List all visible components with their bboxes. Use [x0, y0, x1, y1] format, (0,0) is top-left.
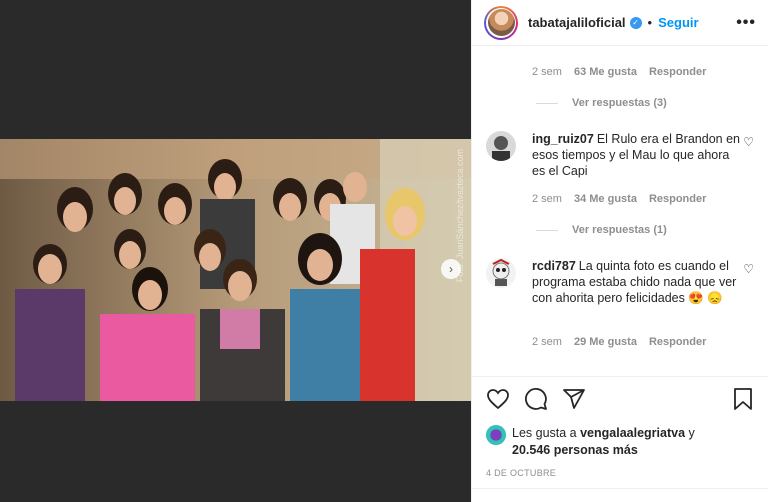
add-comment-bar[interactable] [472, 488, 768, 502]
heart-icon[interactable] [486, 388, 510, 415]
avatar-image [487, 9, 515, 36]
post-header: tabatajaliloficial ✓ • Seguir ••• [472, 0, 768, 46]
view-replies-button[interactable]: Ver respuestas (1) [536, 224, 667, 236]
chevron-right-icon[interactable]: › [441, 259, 461, 279]
reply-button[interactable]: Responder [649, 193, 706, 205]
comment-item: ing_ruiz07 El Rulo era el Brandon en esos… [486, 131, 758, 179]
comment-glyph [525, 387, 547, 410]
avatar[interactable] [486, 131, 516, 161]
post-date[interactable]: 4 DE OCTUBRE [472, 459, 768, 478]
avatar[interactable] [486, 425, 506, 445]
avatar[interactable] [486, 258, 516, 288]
reply-button[interactable]: Responder [649, 66, 706, 78]
likes-user-link[interactable]: vengalaalegriatva [580, 426, 685, 440]
bookmark-icon[interactable] [732, 387, 754, 416]
next-arrow-glyph: › [449, 262, 453, 276]
comment-body: ing_ruiz07 El Rulo era el Brandon en esos… [532, 131, 742, 179]
post-author-username[interactable]: tabatajaliloficial [528, 15, 626, 30]
avatar-inner [486, 7, 516, 38]
comment-body: rcdi787 La quinta foto es cuando el progr… [532, 258, 742, 306]
follow-button[interactable]: Seguir [658, 15, 698, 30]
view-replies-label: Ver respuestas (3) [572, 97, 667, 109]
comments-list: 2 sem 63 Me gusta Responder Ver respuest… [472, 47, 768, 375]
comment-time: 2 sem [532, 193, 562, 205]
comment-meta: 2 sem 29 Me gusta Responder [532, 336, 706, 348]
commenter-avatar-image [486, 131, 516, 161]
more-icon[interactable]: ••• [736, 14, 756, 32]
view-replies-button[interactable]: Ver respuestas (3) [536, 97, 667, 109]
comment-likes[interactable]: 63 Me gusta [574, 66, 637, 78]
likes-mid: y [685, 426, 695, 440]
likes-summary: Les gusta a vengalaalegriatva y 20.546 p… [472, 413, 768, 459]
like-glyph [487, 388, 509, 409]
post-photo: Foto: JuanSánchez/tvazteca.com › [0, 139, 471, 401]
media-pane: Foto: JuanSánchez/tvazteca.com › [0, 0, 471, 502]
comment-time: 2 sem [532, 336, 562, 348]
comment-item: rcdi787 La quinta foto es cuando el progr… [486, 258, 758, 306]
comment-time: 2 sem [532, 66, 562, 78]
comment-meta: 2 sem 34 Me gusta Responder [532, 193, 706, 205]
replies-divider [536, 229, 558, 231]
header-separator: • [647, 15, 653, 30]
group-photo-image [0, 139, 471, 401]
share-glyph [563, 388, 585, 409]
heart-icon[interactable]: ♡ [743, 262, 754, 276]
bookmark-glyph [734, 387, 752, 410]
commenter-avatar-image [486, 258, 516, 288]
reply-button[interactable]: Responder [649, 336, 706, 348]
comment-likes[interactable]: 29 Me gusta [574, 336, 637, 348]
replies-divider [536, 102, 558, 104]
comment-likes[interactable]: 34 Me gusta [574, 193, 637, 205]
instagram-post-view: Foto: JuanSánchez/tvazteca.com › tabataj… [0, 0, 768, 502]
post-actions: Les gusta a vengalaalegriatva y 20.546 p… [472, 376, 768, 502]
comment-username[interactable]: rcdi787 [532, 259, 576, 273]
avatar[interactable] [484, 5, 518, 40]
share-icon[interactable] [562, 387, 586, 416]
comment-username[interactable]: ing_ruiz07 [532, 132, 594, 146]
view-replies-label: Ver respuestas (1) [572, 224, 667, 236]
likes-count-link[interactable]: 20.546 personas más [512, 443, 638, 457]
comment-icon[interactable] [524, 387, 548, 416]
action-icons [472, 377, 768, 413]
comment-meta: 2 sem 63 Me gusta Responder [532, 66, 706, 78]
heart-icon[interactable]: ♡ [743, 135, 754, 149]
likes-text: Les gusta a vengalaalegriatva y 20.546 p… [512, 425, 695, 459]
post-sidebar: tabatajaliloficial ✓ • Seguir ••• 2 sem … [471, 0, 768, 502]
likes-prefix: Les gusta a [512, 426, 581, 440]
verified-icon: ✓ [629, 16, 642, 29]
